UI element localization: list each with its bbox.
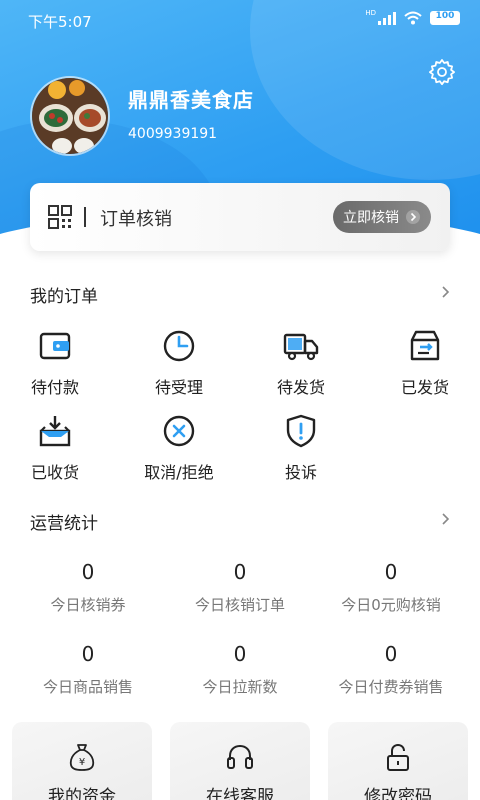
stat-today-verified-orders: 0 今日核销订单	[165, 560, 315, 615]
shop-name: 鼎鼎香美食店	[128, 88, 254, 112]
stat-label: 今日商品销售	[42, 678, 133, 696]
wallet-icon	[39, 332, 71, 360]
stat-today-new-users: 0 今日拉新数	[165, 642, 315, 697]
signal-icon	[378, 11, 396, 25]
status-icons: HD 100	[365, 9, 460, 25]
stat-value: 0	[384, 642, 398, 666]
order-item-label: 待付款	[30, 378, 79, 397]
stat-value: 0	[233, 642, 247, 666]
stat-label: 今日拉新数	[202, 678, 278, 696]
order-item-label: 取消/拒绝	[144, 463, 214, 482]
truck-icon	[283, 333, 319, 361]
order-cancelled[interactable]: 取消/拒绝	[124, 413, 234, 483]
scan-qr-icon	[48, 205, 72, 229]
stat-value: 0	[81, 642, 95, 666]
battery-level: 100	[435, 11, 455, 21]
stats-section-title: 运营统计	[30, 514, 98, 534]
money-bag-icon: ¥	[69, 744, 95, 771]
verify-button-label: 立即核销	[343, 210, 399, 226]
order-item-label: 已发货	[400, 378, 449, 397]
divider	[84, 207, 86, 227]
stats-more-chevron-icon[interactable]	[440, 513, 452, 525]
stat-label: 今日核销订单	[194, 596, 285, 614]
verify-label: 订单核销	[100, 209, 172, 230]
status-bar: 下午5:07 HD 100	[0, 0, 480, 40]
box-shipped-icon	[410, 330, 440, 361]
order-verify-card[interactable]: 订单核销 立即核销	[30, 183, 450, 251]
order-pending-payment[interactable]: 待付款	[0, 328, 110, 398]
online-support-card[interactable]: 在线客服	[170, 722, 310, 800]
order-item-label: 待发货	[276, 378, 325, 397]
wifi-icon	[404, 11, 422, 25]
stat-today-product-sales: 0 今日商品销售	[13, 642, 163, 697]
order-item-label: 已收货	[30, 463, 79, 482]
stat-label: 今日0元购核销	[341, 596, 441, 614]
stat-today-zero-purchase: 0 今日0元购核销	[316, 560, 466, 615]
tool-label: 修改密码	[364, 787, 432, 800]
shop-phone: 4009939191	[128, 126, 218, 142]
stat-today-verified-coupons: 0 今日核销券	[13, 560, 163, 615]
status-time: 下午5:07	[28, 13, 92, 31]
order-shipped[interactable]: 已发货	[370, 328, 480, 398]
cancel-circle-icon	[163, 415, 195, 447]
stat-value: 0	[233, 560, 247, 584]
change-password-card[interactable]: 修改密码	[328, 722, 468, 800]
order-received[interactable]: 已收货	[0, 413, 110, 483]
avatar[interactable]	[30, 76, 110, 156]
tool-label: 在线客服	[206, 787, 274, 800]
stat-label: 今日核销券	[50, 596, 126, 614]
order-complaint[interactable]: 投诉	[246, 413, 356, 483]
order-pending-shipment[interactable]: 待发货	[246, 328, 356, 398]
hd-badge: HD	[365, 9, 376, 17]
shield-alert-icon	[286, 414, 316, 448]
order-pending-accept[interactable]: 待受理	[124, 328, 234, 398]
stat-today-paid-coupon-sales: 0 今日付费券销售	[316, 642, 466, 697]
tool-label: 我的资金	[48, 787, 116, 800]
chevron-right-icon	[406, 210, 420, 224]
lock-icon	[387, 743, 409, 771]
order-item-label: 投诉	[284, 463, 317, 482]
verify-now-button[interactable]: 立即核销	[333, 201, 431, 233]
battery-icon: 100	[430, 11, 460, 25]
orders-more-chevron-icon[interactable]	[440, 286, 452, 298]
gear-icon[interactable]	[428, 58, 456, 86]
headset-icon	[227, 744, 253, 769]
orders-section-title: 我的订单	[30, 287, 98, 307]
order-item-label: 待受理	[154, 378, 203, 397]
svg-text:¥: ¥	[79, 757, 85, 768]
stat-value: 0	[384, 560, 398, 584]
stat-label: 今日付费券销售	[338, 678, 444, 696]
my-funds-card[interactable]: ¥ 我的资金	[12, 722, 152, 800]
tray-download-icon	[39, 416, 71, 447]
stat-value: 0	[81, 560, 95, 584]
clock-icon	[163, 330, 195, 362]
